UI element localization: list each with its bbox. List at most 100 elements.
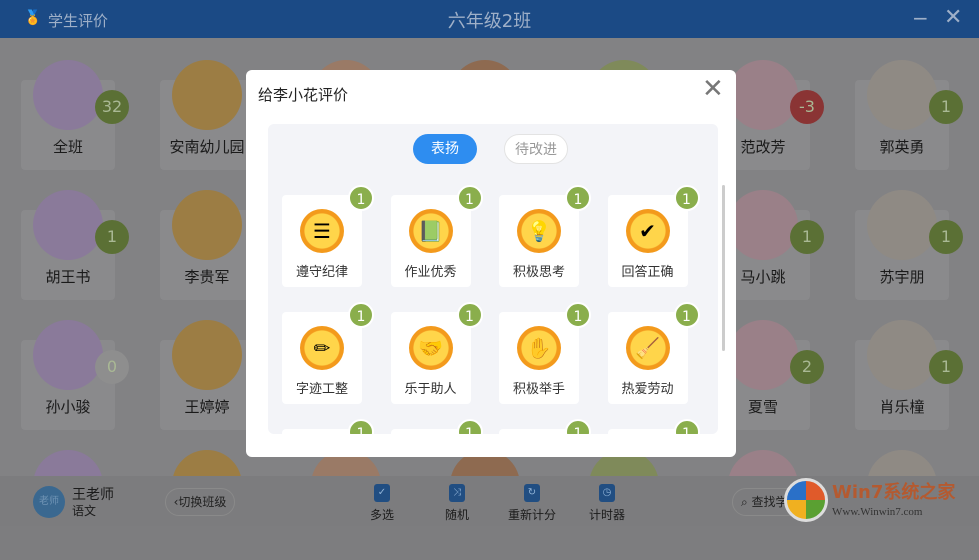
item-label: 积极举手 <box>512 382 565 397</box>
watermark-url: Www.Winwin7.com <box>832 506 923 518</box>
count-badge: 1 <box>456 302 483 328</box>
item-label: 回答正确 <box>621 265 674 280</box>
scrollbar[interactable] <box>722 185 725 351</box>
teacher-subject: 语文 <box>72 504 97 518</box>
evaluation-item[interactable]: 💡 积极思考 1 <box>499 185 591 287</box>
bottom-bar: 老师 王老师 语文 ‹切换班级 ✓ 多选 ⤨ 随机 ↻ 重新计分 ◷ 计时器 ⌕ 查找学 Wi… <box>0 476 979 526</box>
handshake-icon: 🤝 <box>408 326 453 370</box>
windows-logo-icon <box>784 478 828 522</box>
multi-select-icon: ✓ <box>374 484 390 502</box>
count-badge: 1 <box>673 302 700 328</box>
student-avatar <box>33 190 103 260</box>
item-label: 字迹工整 <box>295 382 348 397</box>
title-bar: 🏅 学生评价 六年级2班 − ✕ <box>0 0 979 38</box>
score-badge: 1 <box>929 350 963 384</box>
dialog-title: 给李小花评价 <box>258 86 349 104</box>
count-badge: 1 <box>348 419 374 434</box>
student-avatar <box>172 60 242 130</box>
evaluation-item[interactable]: 1 <box>607 419 700 434</box>
evaluation-item[interactable]: 1 <box>499 419 591 434</box>
switch-class-label: 切换班级 <box>178 495 227 509</box>
student-name: 孙小骏 <box>45 398 91 416</box>
student-card[interactable]: 孙小骏 0 <box>13 310 129 430</box>
evaluation-item[interactable]: 1 <box>390 419 483 434</box>
class-title[interactable]: 六年级2班 <box>0 7 979 33</box>
item-label: 作业优秀 <box>404 265 457 280</box>
score-badge: 1 <box>95 220 129 254</box>
evaluation-item[interactable]: 🧹 热爱劳动 1 <box>607 302 700 404</box>
evaluation-dialog: 给李小花评价 ✕ 表扬 待改进 ☰ 遵守纪律 1 📗 作业优秀 1 💡 积极思考 1 ✔ 回答正确 1… <box>246 70 736 457</box>
broom-icon: 🧹 <box>625 326 670 370</box>
tool-label: 随机 <box>444 508 469 522</box>
raised-hand-icon: ✋ <box>517 326 561 370</box>
tool-label: 重新计分 <box>507 508 556 522</box>
student-card[interactable]: 胡王书 1 <box>13 180 129 300</box>
student-avatar <box>172 320 242 390</box>
evaluation-item[interactable]: 📗 作业优秀 1 <box>390 185 483 287</box>
list-icon: ☰ <box>300 209 344 253</box>
watermark-text: Win7系统之家 <box>832 482 956 503</box>
evaluation-item[interactable]: ☰ 遵守纪律 1 <box>282 185 374 287</box>
student-avatar <box>172 190 242 260</box>
student-name: 胡王书 <box>45 268 91 286</box>
tab-needs-improvement[interactable]: 待改进 <box>504 134 568 164</box>
minimize-button[interactable]: − <box>912 6 929 30</box>
student-card[interactable]: 郭英勇 1 <box>847 50 963 170</box>
tab-praise[interactable]: 表扬 <box>413 134 477 164</box>
book-icon: 📗 <box>408 209 453 253</box>
watermark: Win7系统之家 Www.Winwin7.com <box>780 476 979 526</box>
count-badge: 1 <box>348 185 374 211</box>
student-avatar <box>33 320 103 390</box>
evaluation-item[interactable]: 🤝 乐于助人 1 <box>390 302 483 404</box>
score-badge: 32 <box>95 90 129 124</box>
count-badge: 1 <box>565 185 591 211</box>
lightbulb-icon: 💡 <box>517 209 561 253</box>
student-avatar <box>728 190 798 260</box>
score-badge: 1 <box>790 220 824 254</box>
dialog-close-button[interactable]: ✕ <box>702 74 724 104</box>
score-badge: 0 <box>95 350 129 384</box>
item-label: 乐于助人 <box>404 382 457 397</box>
item-label: 积极思考 <box>512 265 565 280</box>
tool-button[interactable]: ↻ 重新计分 <box>502 484 562 523</box>
tool-label: 多选 <box>369 508 394 522</box>
student-avatar <box>728 60 798 130</box>
evaluation-item[interactable]: ✔ 回答正确 1 <box>607 185 700 287</box>
student-name: 郭英勇 <box>879 138 925 156</box>
student-card[interactable]: 苏宇朋 1 <box>847 180 963 300</box>
student-name: 苏宇朋 <box>879 268 925 286</box>
student-avatar <box>728 320 798 390</box>
pencil-icon: ✏ <box>300 326 344 370</box>
student-card[interactable]: 全班 32 <box>13 50 129 170</box>
item-label: 遵守纪律 <box>295 265 348 280</box>
tool-button[interactable]: ◷ 计时器 <box>577 484 637 523</box>
count-badge: 1 <box>348 302 374 328</box>
count-badge: 1 <box>565 419 591 434</box>
count-badge: 1 <box>456 185 483 211</box>
student-name: 肖乐橦 <box>879 398 925 416</box>
score-badge: 1 <box>929 220 963 254</box>
dialog-body: 表扬 待改进 ☰ 遵守纪律 1 📗 作业优秀 1 💡 积极思考 1 ✔ 回答正确 1 ✏ 字迹工整 1 🤝 乐于… <box>268 124 718 434</box>
evaluation-item[interactable]: ✏ 字迹工整 1 <box>282 302 374 404</box>
count-badge: 1 <box>673 185 700 211</box>
evaluation-item[interactable]: ✋ 积极举手 1 <box>499 302 591 404</box>
student-avatar <box>867 60 937 130</box>
tool-label: 计时器 <box>588 508 625 522</box>
score-badge: 2 <box>790 350 824 384</box>
tool-button[interactable]: ⤨ 随机 <box>427 484 487 523</box>
switch-class-button[interactable]: ‹切换班级 <box>165 488 235 516</box>
student-card[interactable]: 肖乐橦 1 <box>847 310 963 430</box>
teacher-avatar: 老师 <box>33 486 65 518</box>
reset-icon: ↻ <box>524 484 540 502</box>
student-avatar <box>867 190 937 260</box>
count-badge: 1 <box>456 419 483 434</box>
tool-button[interactable]: ✓ 多选 <box>352 484 412 523</box>
evaluation-item[interactable]: 1 <box>282 419 374 434</box>
count-badge: 1 <box>565 302 591 328</box>
score-badge: 1 <box>929 90 963 124</box>
count-badge: 1 <box>673 419 700 434</box>
item-label: 热爱劳动 <box>621 382 674 397</box>
student-avatar <box>867 320 937 390</box>
student-avatar <box>33 60 103 130</box>
close-button[interactable]: ✕ <box>944 5 962 30</box>
